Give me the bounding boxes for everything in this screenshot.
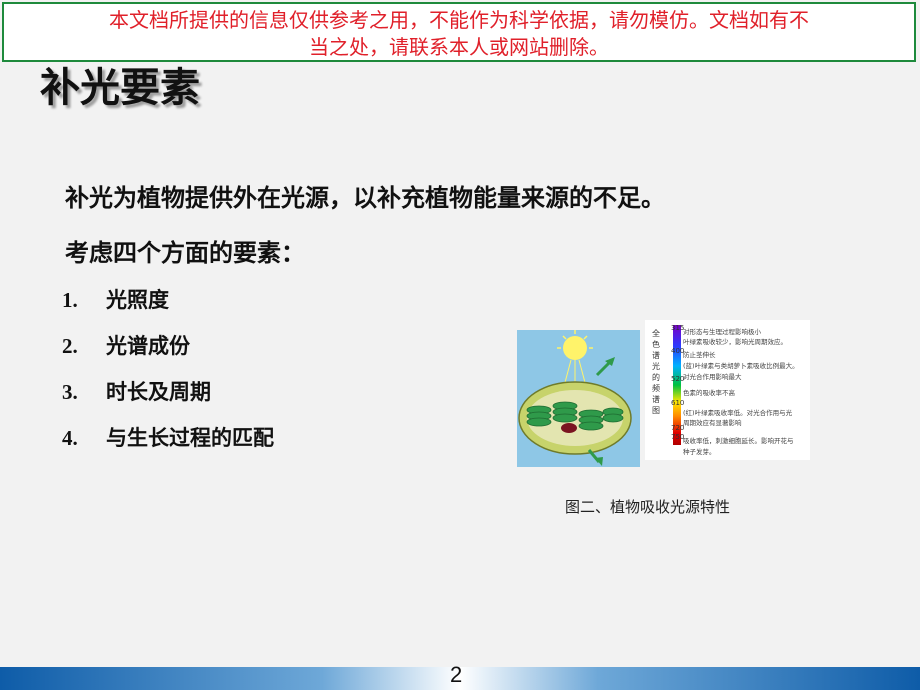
figure-caption: 图二、植物吸收光源特性 bbox=[565, 498, 731, 516]
tick-label: 610 bbox=[671, 399, 685, 407]
spectrum-note: 对光合作用影响最大 bbox=[683, 373, 742, 381]
disclaimer-line-1: 本文档所提供的信息仅供参考之用，不能作为科学依据，请勿模仿。文档如有不 bbox=[109, 8, 809, 32]
list-text: 光照度 bbox=[106, 288, 169, 312]
intro-text: 补光为植物提供外在光源，以补充植物能量来源的不足。 bbox=[65, 184, 665, 212]
disclaimer-banner: 本文档所提供的信息仅供参考之用，不能作为科学依据，请勿模仿。文档如有不 当之处，… bbox=[2, 2, 916, 62]
factor-list: 1. 光照度 2. 光谱成份 3. 时长及周期 4. 与生长过程的匹配 bbox=[62, 284, 274, 468]
list-number: 4. bbox=[62, 426, 78, 450]
list-item: 4. 与生长过程的匹配 bbox=[62, 422, 274, 468]
spectrum-note: (红)叶绿素吸收率低。对光合作用与光 bbox=[683, 409, 793, 417]
list-number: 2. bbox=[62, 334, 78, 358]
slide: 本文档所提供的信息仅供参考之用，不能作为科学依据，请勿模仿。文档如有不 当之处，… bbox=[0, 0, 920, 690]
spectrum-note: 种子发芽。 bbox=[683, 448, 716, 456]
spectrum-note: 叶绿素吸收较少，影响光周期效应。 bbox=[683, 338, 787, 346]
list-number: 1. bbox=[62, 288, 78, 312]
spectrum-note: 吸收率低，刺激细胞延长。影响开花与 bbox=[683, 437, 794, 445]
spectrum-note: 周期效应有显著影响 bbox=[683, 419, 742, 427]
page-number: 2 bbox=[450, 662, 463, 687]
spectrum-note: 对形态与生理过程影响极小 bbox=[683, 328, 761, 336]
spectrum-note: 防止茎伸长 bbox=[683, 351, 716, 359]
list-item: 2. 光谱成份 bbox=[62, 330, 274, 376]
subheading: 考虑四个方面的要素： bbox=[65, 239, 305, 267]
list-text: 时长及周期 bbox=[106, 380, 211, 404]
spectrum-note: (蓝)叶绿素与类胡萝卜素吸收比例最大。 bbox=[683, 362, 799, 370]
list-text: 与生长过程的匹配 bbox=[106, 426, 274, 450]
list-item: 1. 光照度 bbox=[62, 284, 274, 330]
spectrum-label: 全色谱光的频谱图 bbox=[652, 329, 660, 415]
list-item: 3. 时长及周期 bbox=[62, 376, 274, 422]
chloroplast-illustration bbox=[517, 330, 640, 467]
list-text: 光谱成份 bbox=[106, 334, 190, 358]
spectrum-chart: 全色谱光的频谱图 315 400 520 610 720 750 对形态与生理过… bbox=[645, 320, 810, 460]
slide-title: 补光要素 bbox=[40, 65, 200, 111]
list-number: 3. bbox=[62, 380, 78, 404]
spectrum-note: 色素的吸收率不高 bbox=[683, 389, 735, 397]
